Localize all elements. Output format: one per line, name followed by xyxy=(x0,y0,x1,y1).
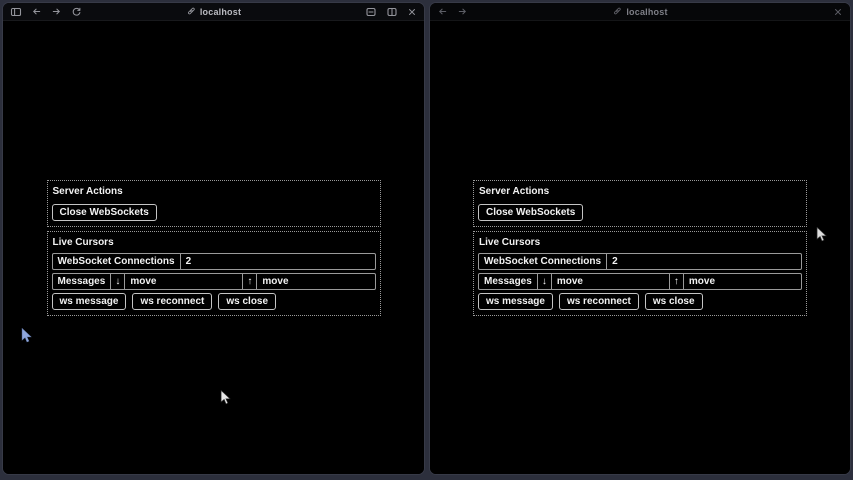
sidebar-toggle-icon[interactable] xyxy=(10,6,22,18)
websocket-connections-row: WebSocket Connections 2 xyxy=(52,253,376,270)
last-received-message: move xyxy=(124,274,242,289)
ws-buttons-row: ws message ws reconnect ws close xyxy=(478,293,802,310)
server-actions-section: Server Actions Close WebSockets xyxy=(473,180,807,227)
content-stack: Server Actions Close WebSockets Live Cur… xyxy=(473,180,807,316)
reload-icon[interactable] xyxy=(71,6,82,17)
split-view-icon[interactable] xyxy=(386,6,398,18)
arrow-down-icon: ↓ xyxy=(537,274,551,289)
toolbar-right-group xyxy=(365,6,417,18)
ws-close-button[interactable]: ws close xyxy=(218,293,276,310)
ws-buttons-row: ws message ws reconnect ws close xyxy=(52,293,376,310)
live-cursors-section: Live Cursors WebSocket Connections 2 Mes… xyxy=(47,231,381,316)
server-actions-title: Server Actions xyxy=(479,186,802,197)
arrow-up-icon: ↑ xyxy=(242,274,256,289)
ws-close-button[interactable]: ws close xyxy=(645,293,703,310)
link-icon xyxy=(186,6,196,18)
arrow-up-icon: ↑ xyxy=(669,274,683,289)
browser-window-right: localhost Server Actions Close WebSocket… xyxy=(429,2,851,475)
url-text: localhost xyxy=(626,7,667,17)
live-cursors-section: Live Cursors WebSocket Connections 2 Mes… xyxy=(473,231,807,316)
connections-value: 2 xyxy=(180,254,375,269)
ws-message-button[interactable]: ws message xyxy=(52,293,127,310)
live-cursors-title: Live Cursors xyxy=(53,237,376,248)
titlebar[interactable]: localhost xyxy=(430,3,850,21)
server-actions-section: Server Actions Close WebSockets xyxy=(47,180,381,227)
arrow-down-icon: ↓ xyxy=(110,274,124,289)
connections-label: WebSocket Connections xyxy=(479,254,606,269)
page-content: Server Actions Close WebSockets Live Cur… xyxy=(3,21,424,474)
back-icon[interactable] xyxy=(437,6,448,17)
toolbar-left-group xyxy=(437,6,468,17)
ws-reconnect-button[interactable]: ws reconnect xyxy=(559,293,639,310)
websocket-connections-row: WebSocket Connections 2 xyxy=(478,253,802,270)
reader-view-icon[interactable] xyxy=(365,6,377,18)
last-sent-message: move xyxy=(683,274,801,289)
close-websockets-button[interactable]: Close WebSockets xyxy=(52,204,157,221)
server-actions-title: Server Actions xyxy=(53,186,376,197)
toolbar-left-group xyxy=(10,6,82,18)
toolbar-right-group xyxy=(833,7,843,17)
last-received-message: move xyxy=(551,274,669,289)
url-text: localhost xyxy=(200,7,241,17)
content-stack: Server Actions Close WebSockets Live Cur… xyxy=(47,180,381,316)
url-title: localhost xyxy=(186,3,241,20)
close-icon[interactable] xyxy=(833,7,843,17)
messages-row: Messages ↓ move ↑ move xyxy=(478,273,802,290)
messages-label: Messages xyxy=(479,274,537,289)
messages-label: Messages xyxy=(53,274,111,289)
forward-icon[interactable] xyxy=(457,6,468,17)
ws-message-button[interactable]: ws message xyxy=(478,293,553,310)
last-sent-message: move xyxy=(256,274,374,289)
connections-label: WebSocket Connections xyxy=(53,254,180,269)
close-icon[interactable] xyxy=(407,7,417,17)
ws-reconnect-button[interactable]: ws reconnect xyxy=(132,293,212,310)
forward-icon[interactable] xyxy=(51,6,62,17)
page-content: Server Actions Close WebSockets Live Cur… xyxy=(430,21,850,474)
connections-value: 2 xyxy=(606,254,801,269)
link-icon xyxy=(612,6,622,18)
live-cursors-title: Live Cursors xyxy=(479,237,802,248)
titlebar[interactable]: localhost xyxy=(3,3,424,21)
back-icon[interactable] xyxy=(31,6,42,17)
messages-row: Messages ↓ move ↑ move xyxy=(52,273,376,290)
url-title: localhost xyxy=(612,3,667,20)
browser-window-left: localhost Server Actions Close WebSocket… xyxy=(2,2,425,475)
close-websockets-button[interactable]: Close WebSockets xyxy=(478,204,583,221)
